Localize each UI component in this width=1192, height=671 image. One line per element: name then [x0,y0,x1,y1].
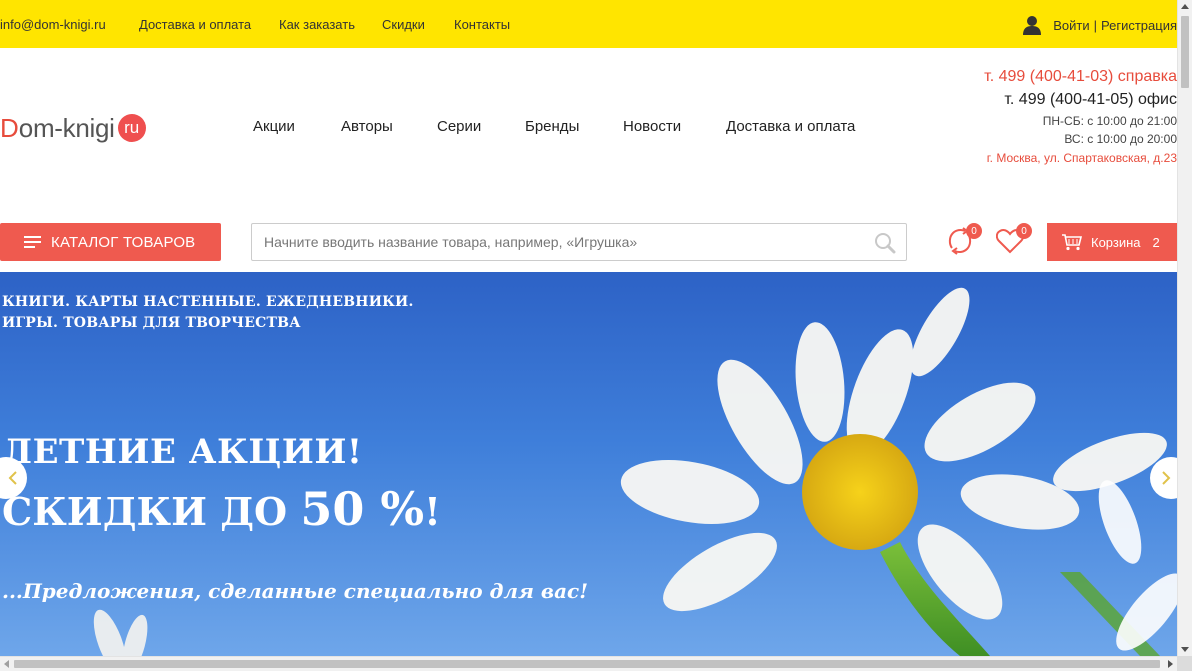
logo-badge: ru [117,114,146,142]
phone-office[interactable]: т. 499 (400-41-05) офис [984,88,1177,112]
hero-headline: ЛЕТНИЕ АКЦИИ! [2,432,363,472]
store-address[interactable]: г. Москва, ул. Спартаковская, д.23 [984,148,1177,168]
nav-item-promotions[interactable]: Акции [253,118,295,135]
phone-help[interactable]: т. 499 (400-41-03) справка [984,66,1177,88]
top-link-discounts[interactable]: Скидки [382,17,425,32]
auth-separator: | [1093,17,1097,33]
register-link[interactable]: Регистрация [1101,18,1177,33]
horizontal-scrollbar[interactable] [0,656,1177,671]
cart-count: 2 [1152,234,1160,250]
hero-tagline: ...Предложения, сделанные специально для… [2,579,588,603]
nav-item-series[interactable]: Серии [437,118,481,135]
favorites-count: 0 [1016,223,1032,239]
hero-discount-prefix: СКИДКИ ДО [2,489,301,534]
top-link-how-to-order[interactable]: Как заказать [279,17,355,32]
catalog-button-label: КАТАЛОГ ТОВАРОВ [51,233,196,251]
hours-sunday: ВС: с 10:00 до 20:00 [1064,132,1177,146]
compare-count: 0 [966,223,982,239]
cart-label: Корзина [1091,234,1141,250]
site-logo[interactable]: D om-knigi ru [0,110,146,146]
email-link[interactable]: info@dom-knigi.ru [0,17,106,32]
hero-discount-suffix: ! [424,489,441,534]
nav-item-authors[interactable]: Авторы [341,118,393,135]
scroll-left-arrow-icon[interactable] [4,660,9,668]
search-box [251,223,907,261]
menu-icon [24,236,41,248]
login-link[interactable]: Войти [1053,18,1089,33]
hero-discount: СКИДКИ ДО 50 %! [2,482,441,536]
auth-links: Войти | Регистрация [1023,15,1177,35]
vertical-scroll-thumb[interactable] [1181,16,1189,88]
nav-item-delivery[interactable]: Доставка и оплата [726,118,855,135]
search-input[interactable] [252,224,852,260]
logo-text: om-knigi [18,112,115,143]
top-bar: info@dom-knigi.ru Доставка и оплата Как … [0,0,1177,48]
hero-categories-line2: ИГРЫ. ТОВАРЫ ДЛЯ ТВОРЧЕСТВА [2,315,301,331]
hero-discount-value: 50 % [300,482,425,536]
favorites-button[interactable]: 0 [995,223,1032,256]
top-link-delivery[interactable]: Доставка и оплата [139,17,251,32]
page-viewport: info@dom-knigi.ru Доставка и оплата Как … [0,0,1177,656]
catalog-button[interactable]: КАТАЛОГ ТОВАРОВ [0,223,221,261]
scroll-right-arrow-icon[interactable] [1168,660,1173,668]
scroll-up-arrow-icon[interactable] [1181,4,1189,9]
nav-item-news[interactable]: Новости [623,118,681,135]
hero-banner[interactable]: КНИГИ. КАРТЫ НАСТЕННЫЕ. ЕЖЕДНЕВНИКИ. ИГР… [0,272,1177,656]
chevron-left-icon [8,471,17,485]
compare-button[interactable]: 0 [946,223,982,256]
cart-button[interactable]: Корзина 2 [1047,223,1177,261]
logo-first-letter: D [0,112,19,143]
horizontal-scroll-thumb[interactable] [14,660,1160,668]
vertical-scrollbar[interactable] [1177,0,1192,656]
hero-categories: КНИГИ. КАРТЫ НАСТЕННЫЕ. ЕЖЕДНЕВНИКИ. ИГР… [2,292,414,334]
header-contacts: т. 499 (400-41-03) справка т. 499 (400-4… [984,66,1177,168]
hours-weekdays: ПН-СБ: с 10:00 до 21:00 [1042,114,1177,128]
user-icon[interactable] [1023,15,1042,35]
cart-icon [1062,234,1083,251]
hero-categories-line1: КНИГИ. КАРТЫ НАСТЕННЫЕ. ЕЖЕДНЕВНИКИ. [2,294,414,310]
top-link-contacts[interactable]: Контакты [454,17,510,32]
search-icon[interactable] [874,232,896,254]
chevron-right-icon [1162,471,1171,485]
nav-item-brands[interactable]: Бренды [525,118,579,135]
scroll-down-arrow-icon[interactable] [1181,647,1189,652]
scrollbar-corner [1177,656,1192,671]
